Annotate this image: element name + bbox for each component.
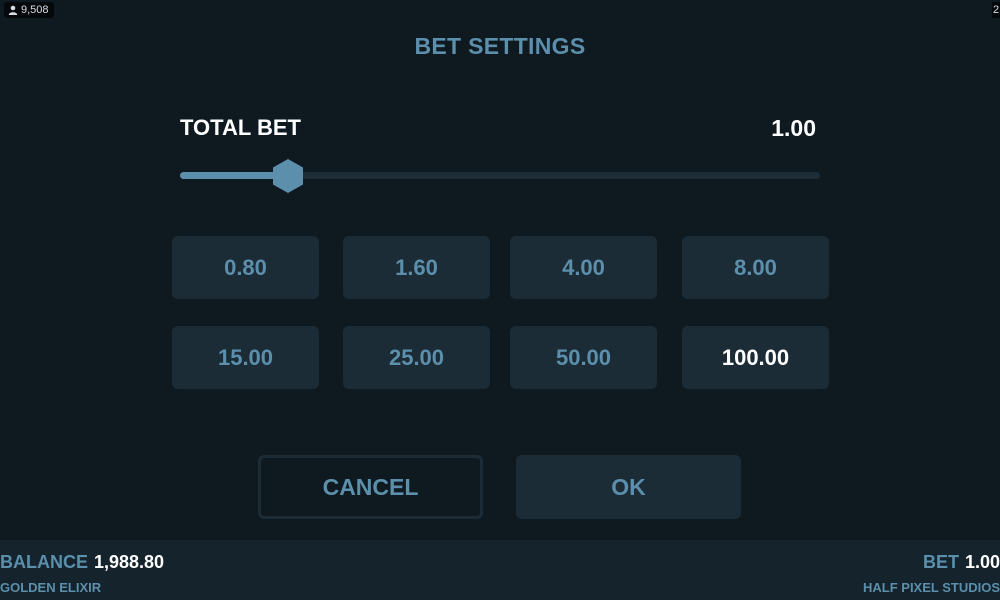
total-bet-label: TOTAL BET: [180, 115, 301, 140]
bet-preset-button[interactable]: 25.00: [343, 326, 490, 389]
bet-preset-grid: 0.80 1.60 4.00 8.00 15.00 25.00 50.00 100.00: [172, 236, 829, 390]
bet-preset-button[interactable]: 8.00: [682, 236, 829, 299]
studio-name: HALF PIXEL STUDIOS: [863, 580, 1000, 595]
bet-label: BET: [922, 552, 959, 572]
bet-settings-screen: 9,508 2 BET SETTINGS TOTAL BET 1.00 0.80…: [0, 0, 1000, 600]
total-bet-slider[interactable]: [180, 158, 820, 194]
bet-preset-button[interactable]: 100.00: [682, 326, 829, 389]
user-icon: [8, 5, 18, 15]
dialog-title: BET SETTINGS: [414, 33, 586, 59]
player-count-value: 9,508: [21, 4, 49, 16]
ok-button[interactable]: OK: [516, 455, 741, 519]
cancel-button[interactable]: CANCEL: [258, 455, 483, 519]
total-bet-value: 1.00: [771, 115, 816, 141]
bet-display: BET 1.00: [923, 552, 1000, 573]
player-count-badge: 9,508: [4, 2, 54, 18]
game-name: GOLDEN ELIXIR: [0, 580, 102, 595]
balance-label: BALANCE: [0, 552, 88, 572]
bet-preset-button[interactable]: 0.80: [172, 236, 319, 299]
balance-display: BALANCE 1,988.80: [0, 552, 164, 573]
balance-value: 1,988.80: [94, 552, 165, 572]
corner-badge: 2: [992, 2, 1000, 18]
footer-bar: BALANCE 1,988.80 GOLDEN ELIXIR BET 1.00 HA…: [0, 540, 1000, 600]
bet-preset-button[interactable]: 50.00: [510, 326, 657, 389]
bet-value: 1.00: [964, 552, 1000, 572]
hexagon-handle-icon[interactable]: [271, 158, 305, 194]
bet-preset-button[interactable]: 4.00: [510, 236, 657, 299]
bet-preset-button[interactable]: 15.00: [172, 326, 319, 389]
bet-preset-button[interactable]: 1.60: [343, 236, 490, 299]
